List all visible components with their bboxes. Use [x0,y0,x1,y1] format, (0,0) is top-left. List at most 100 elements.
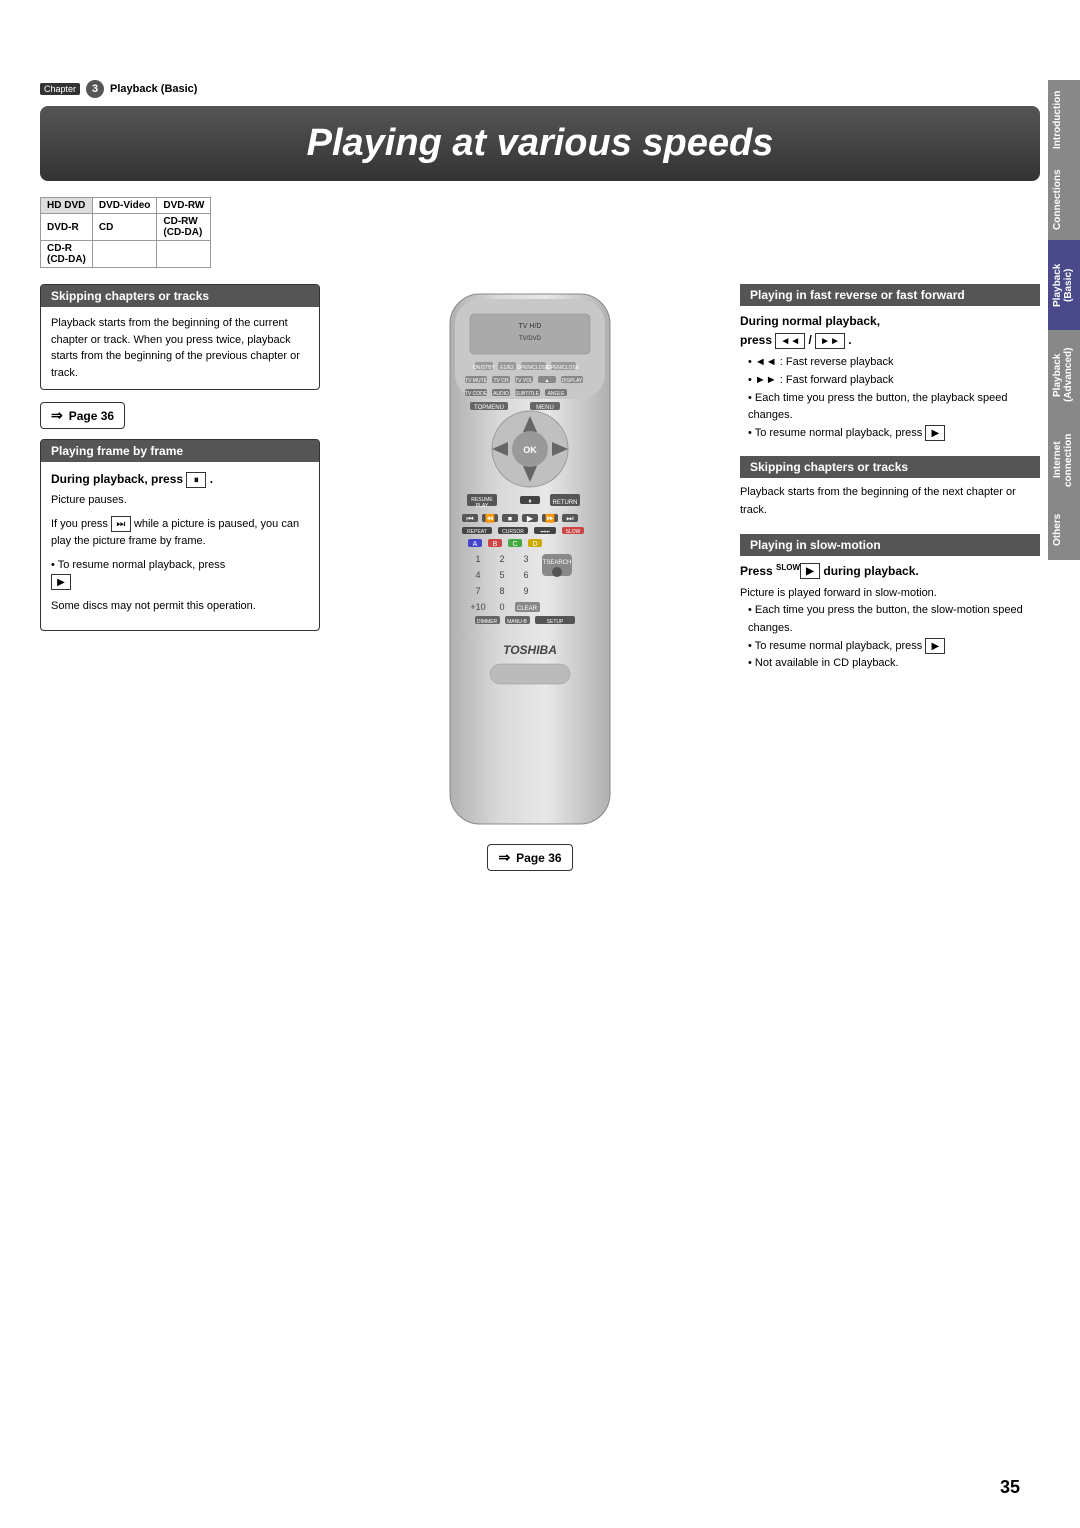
frame-body-2: If you press ⏭ while a picture is paused… [51,516,309,551]
svg-text:TV VOL: TV VOL [515,378,533,384]
sidebar-tab-connections[interactable]: Connections [1048,160,1080,240]
svg-text:RETURN: RETURN [553,500,578,506]
svg-text:ON/STBY: ON/STBY [473,365,496,371]
right-column: Playing in fast reverse or fast forward … [740,284,1040,881]
frame-step-icon: ⏭ [111,516,131,532]
svg-text:TV MUTE: TV MUTE [465,378,488,384]
svg-text:⏭⏭: ⏭⏭ [540,529,550,535]
svg-text:+10: +10 [470,602,485,612]
slow-motion-header: Playing in slow-motion [740,534,1040,556]
sidebar-tab-playback-basic[interactable]: Playback (Basic) [1048,240,1080,330]
remote-control-area: TV H/D TV/DVD ON/STBY E1/E2 OPEN/CLOSE O… [336,284,724,881]
svg-text:TOSHIBA: TOSHIBA [503,643,557,657]
sidebar-tabs: Introduction Connections Playback (Basic… [1048,80,1080,560]
disc-empty2 [157,241,211,268]
frame-body-4: Some discs may not permit this operation… [51,598,309,616]
svg-text:TV H/D: TV H/D [519,323,542,330]
skip-chapters-box: Skipping chapters or tracks Playback sta… [40,284,320,390]
svg-text:3: 3 [523,554,528,564]
svg-text:CLEAR: CLEAR [517,606,538,612]
svg-text:8: 8 [499,586,504,596]
disc-compatibility-table: HD DVD DVD-Video DVD-RW DVD-R CD CD-RW(C… [40,197,211,268]
svg-text:TV CODE: TV CODE [465,391,488,397]
svg-text:SETUP: SETUP [547,619,564,625]
svg-text:MANU-B: MANU-B [507,619,527,625]
svg-text:▲: ▲ [545,378,550,384]
play-resume-fast: ▶ [925,425,945,441]
sidebar-tab-introduction[interactable]: Introduction [1048,80,1080,160]
page-ref-arrow-icon: ⇒ [51,407,63,424]
rewind-button: ◄◄ [775,333,805,349]
fast-playback-instruction: During normal playback, press ◄◄ / ►► . [740,312,1040,350]
svg-text:DISPLAY: DISPLAY [562,378,583,384]
frame-by-frame-header: Playing frame by frame [41,440,319,462]
slow-button: ▶ [800,563,820,579]
disc-cd: CD [92,214,157,241]
svg-text:⏹: ⏹ [508,514,512,523]
svg-text:TOPMENU: TOPMENU [474,405,504,411]
sidebar-tab-playback-advanced[interactable]: Playback (Advanced) [1048,330,1080,420]
chapter-header: Chapter 3 Playback (Basic) [40,80,1040,98]
svg-text:TSEARCH: TSEARCH [543,560,572,566]
svg-text:OPEN/CLOSE: OPEN/CLOSE [547,365,580,371]
svg-text:6: 6 [523,570,528,580]
play-button-inline: ▶ [51,574,71,590]
skip-chapters-right-header: Skipping chapters or tracks [740,456,1040,478]
svg-text:B: B [493,541,498,548]
play-resume-slow: ▶ [925,638,945,654]
chapter-number: 3 [86,80,104,98]
frame-by-frame-body: During playback, press ⏸ . Picture pause… [41,462,319,630]
svg-text:A: A [473,541,478,548]
svg-text:▶: ▶ [527,514,534,523]
page-ref-bottom: ⇒ Page 36 [487,844,572,871]
frame-body-3: • To resume normal playback, press ▶ [51,557,309,592]
remote-control-svg: TV H/D TV/DVD ON/STBY E1/E2 OPEN/CLOSE O… [420,284,640,844]
page-number: 35 [1000,1477,1020,1498]
slow-motion-section: Playing in slow-motion Press SLOW▶ durin… [740,534,1040,673]
frame-subheader: During playback, press ⏸ . [51,470,309,488]
svg-text:SUBTITLE: SUBTITLE [515,391,540,397]
svg-text:OPEN/CLOSE: OPEN/CLOSE [517,365,550,371]
svg-text:⏮: ⏮ [466,514,473,523]
svg-text:E1/E2: E1/E2 [500,365,514,371]
page-title: Playing at various speeds [70,122,1010,165]
svg-text:DIMMER: DIMMER [477,619,498,625]
frame-by-frame-box: Playing frame by frame During playback, … [40,439,320,631]
sidebar-tab-internet[interactable]: Internet connection [1048,420,1080,500]
svg-text:REPEAT: REPEAT [467,529,487,535]
fastforward-button: ►► [815,333,845,349]
svg-text:CURSOR: CURSOR [502,529,524,535]
svg-text:OK: OK [523,445,537,455]
disc-hddvd: HD DVD [41,198,93,214]
disc-dvdrw: DVD-RW [157,198,211,214]
sidebar-tab-others[interactable]: Others [1048,500,1080,560]
chapter-label: Chapter [40,83,80,95]
fast-playback-header: Playing in fast reverse or fast forward [740,284,1040,306]
svg-text:MENU: MENU [536,405,554,411]
svg-text:D: D [532,541,537,548]
page-title-banner: Playing at various speeds [40,106,1040,181]
svg-text:AUDIO: AUDIO [493,391,509,397]
svg-text:0: 0 [499,602,504,612]
disc-dvdvideo: DVD-Video [92,198,157,214]
skip-chapters-header: Skipping chapters or tracks [41,285,319,307]
svg-text:5: 5 [499,570,504,580]
chapter-title: Playback (Basic) [110,83,197,95]
pause-button-icon: ⏸ [186,472,206,488]
svg-text:⏭: ⏭ [566,514,573,523]
skip-chapters-body: Playback starts from the beginning of th… [41,307,319,389]
page-ref-bottom-arrow-icon: ⇒ [498,849,510,866]
fast-playback-section: Playing in fast reverse or fast forward … [740,284,1040,442]
skip-chapters-right-section: Skipping chapters or tracks Playback sta… [740,456,1040,519]
main-content: Chapter 3 Playback (Basic) Playing at va… [40,80,1040,1488]
svg-text:9: 9 [523,586,528,596]
slow-motion-details: Picture is played forward in slow-motion… [740,585,1040,673]
frame-body-1: Picture pauses. [51,492,309,510]
svg-text:ANGLE: ANGLE [548,391,566,397]
svg-text:7: 7 [475,586,480,596]
svg-text:1: 1 [475,554,480,564]
svg-text:TV/DVD: TV/DVD [519,336,542,342]
svg-text:⏩: ⏩ [545,513,555,523]
disc-empty1 [92,241,157,268]
svg-text:TV CH: TV CH [494,378,509,384]
